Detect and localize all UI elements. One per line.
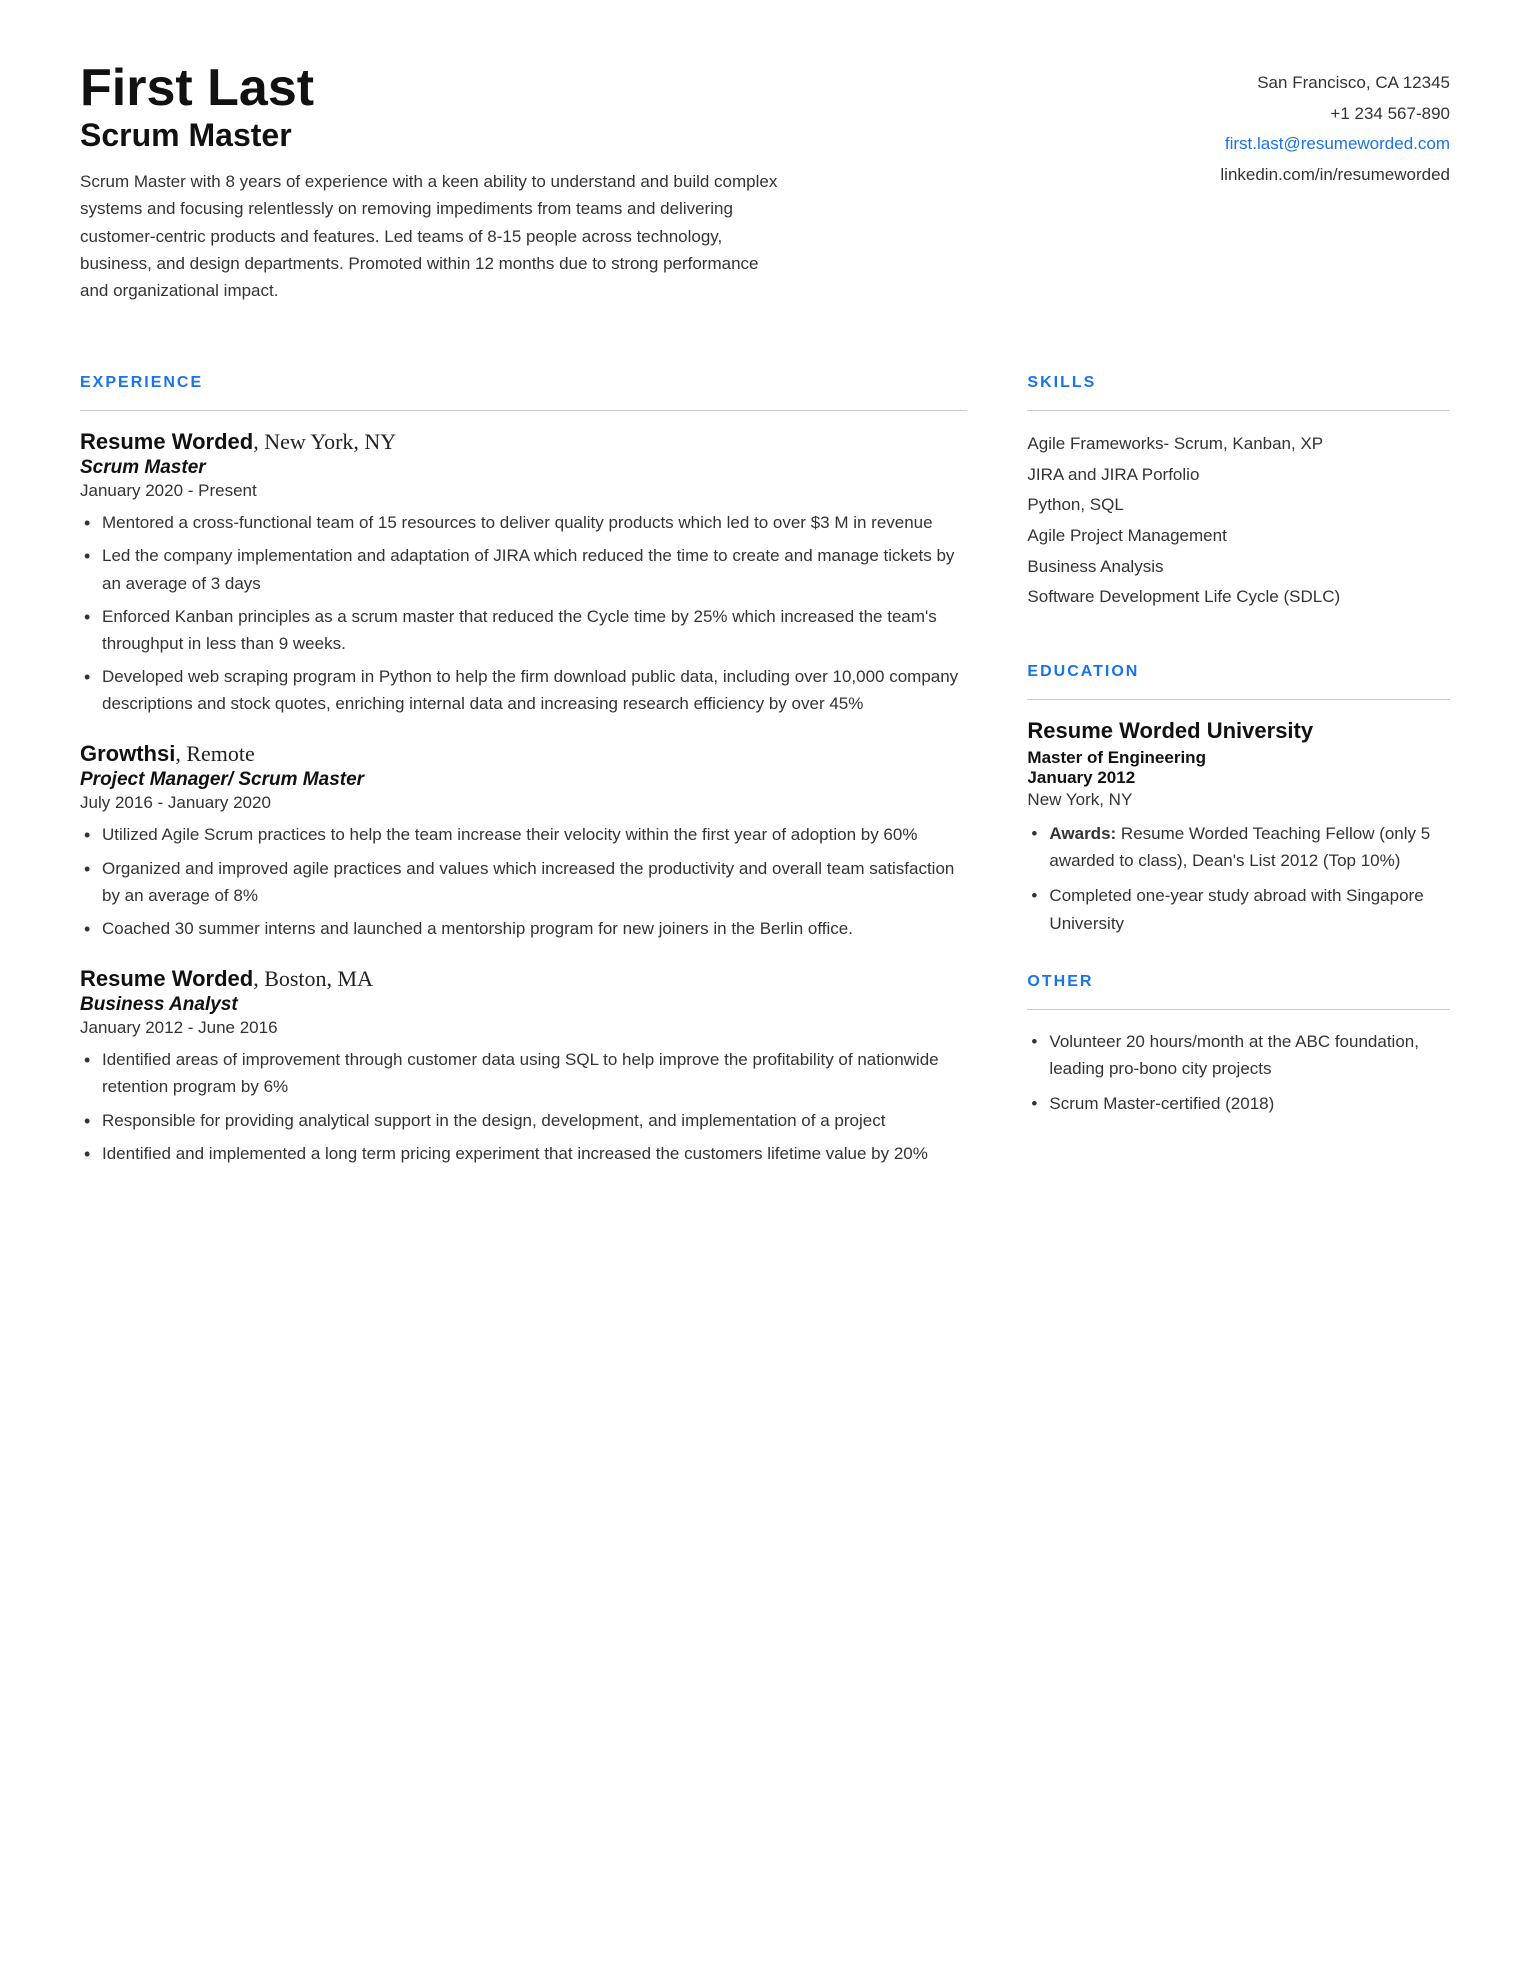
job-2-company-suffix: , Remote [175, 741, 254, 766]
job-1-company-line: Resume Worded, New York, NY [80, 429, 967, 455]
candidate-name: First Last [80, 60, 1130, 117]
job-3-role: Business Analyst [80, 994, 967, 1016]
skill-6: Software Development Life Cycle (SDLC) [1027, 582, 1450, 613]
job-1-company: Resume Worded [80, 429, 253, 454]
job-1-bullet-1: Mentored a cross-functional team of 15 r… [80, 509, 967, 536]
skill-2: JIRA and JIRA Porfolio [1027, 460, 1450, 491]
job-3-company-suffix: , Boston, MA [253, 966, 373, 991]
job-2-company: Growthsi [80, 741, 175, 766]
education-divider [1027, 699, 1450, 700]
experience-divider [80, 410, 967, 411]
job-2-company-line: Growthsi, Remote [80, 741, 967, 767]
job-1-role: Scrum Master [80, 457, 967, 479]
experience-section-title: EXPERIENCE [80, 374, 967, 392]
job-2-bullet-1: Utilized Agile Scrum practices to help t… [80, 821, 967, 848]
edu-bullets: Awards: Resume Worded Teaching Fellow (o… [1027, 820, 1450, 937]
job-entry-1: Resume Worded, New York, NY Scrum Master… [80, 429, 967, 717]
right-column: SKILLS Agile Frameworks- Scrum, Kanban, … [1027, 344, 1450, 1191]
other-bullet-1: Volunteer 20 hours/month at the ABC foun… [1027, 1028, 1450, 1082]
edu-degree: Master of Engineering [1027, 748, 1450, 768]
job-3-bullets: Identified areas of improvement through … [80, 1046, 967, 1167]
skills-section-title: SKILLS [1027, 374, 1450, 392]
header-section: First Last Scrum Master Scrum Master wit… [80, 60, 1450, 304]
resume: First Last Scrum Master Scrum Master wit… [80, 60, 1450, 1191]
edu-school: Resume Worded University [1027, 718, 1450, 744]
contact-address: San Francisco, CA 12345 [1130, 68, 1450, 99]
job-1-bullet-3: Enforced Kanban principles as a scrum ma… [80, 603, 967, 657]
skills-list: Agile Frameworks- Scrum, Kanban, XP JIRA… [1027, 429, 1450, 613]
skill-1: Agile Frameworks- Scrum, Kanban, XP [1027, 429, 1450, 460]
job-2-role: Project Manager/ Scrum Master [80, 769, 967, 791]
job-entry-2: Growthsi, Remote Project Manager/ Scrum … [80, 741, 967, 942]
job-2-dates: July 2016 - January 2020 [80, 793, 967, 813]
education-section-title: EDUCATION [1027, 663, 1450, 681]
header-left: First Last Scrum Master Scrum Master wit… [80, 60, 1130, 304]
job-3-bullet-2: Responsible for providing analytical sup… [80, 1107, 967, 1134]
contact-phone: +1 234 567-890 [1130, 99, 1450, 130]
skill-4: Agile Project Management [1027, 521, 1450, 552]
edu-date: January 2012 [1027, 768, 1450, 788]
candidate-summary: Scrum Master with 8 years of experience … [80, 168, 780, 304]
edu-bullet-2-text: Completed one-year study abroad with Sin… [1049, 886, 1423, 932]
other-divider [1027, 1009, 1450, 1010]
job-3-company: Resume Worded [80, 966, 253, 991]
job-2-bullet-2: Organized and improved agile practices a… [80, 855, 967, 909]
edu-bullet-2: Completed one-year study abroad with Sin… [1027, 882, 1450, 936]
edu-bullet-1-bold: Awards: [1049, 824, 1116, 843]
other-bullets: Volunteer 20 hours/month at the ABC foun… [1027, 1028, 1450, 1118]
job-1-bullet-4: Developed web scraping program in Python… [80, 663, 967, 717]
job-1-bullets: Mentored a cross-functional team of 15 r… [80, 509, 967, 717]
main-content: EXPERIENCE Resume Worded, New York, NY S… [80, 344, 1450, 1191]
contact-email[interactable]: first.last@resumeworded.com [1130, 129, 1450, 160]
job-2-bullets: Utilized Agile Scrum practices to help t… [80, 821, 967, 942]
candidate-title: Scrum Master [80, 117, 1130, 154]
other-section-title: OTHER [1027, 973, 1450, 991]
job-1-company-suffix: , New York, NY [253, 429, 396, 454]
other-bullet-2: Scrum Master-certified (2018) [1027, 1090, 1450, 1117]
job-entry-3: Resume Worded, Boston, MA Business Analy… [80, 966, 967, 1167]
left-column: EXPERIENCE Resume Worded, New York, NY S… [80, 344, 967, 1191]
skill-5: Business Analysis [1027, 552, 1450, 583]
edu-location: New York, NY [1027, 790, 1450, 810]
job-3-bullet-3: Identified and implemented a long term p… [80, 1140, 967, 1167]
job-3-dates: January 2012 - June 2016 [80, 1018, 967, 1038]
edu-bullet-1: Awards: Resume Worded Teaching Fellow (o… [1027, 820, 1450, 874]
job-3-company-line: Resume Worded, Boston, MA [80, 966, 967, 992]
job-1-dates: January 2020 - Present [80, 481, 967, 501]
job-1-bullet-2: Led the company implementation and adapt… [80, 542, 967, 596]
skills-divider [1027, 410, 1450, 411]
header-right: San Francisco, CA 12345 +1 234 567-890 f… [1130, 60, 1450, 304]
skill-3: Python, SQL [1027, 490, 1450, 521]
job-3-bullet-1: Identified areas of improvement through … [80, 1046, 967, 1100]
contact-linkedin: linkedin.com/in/resumeworded [1130, 160, 1450, 191]
email-link[interactable]: first.last@resumeworded.com [1225, 134, 1450, 153]
job-2-bullet-3: Coached 30 summer interns and launched a… [80, 915, 967, 942]
